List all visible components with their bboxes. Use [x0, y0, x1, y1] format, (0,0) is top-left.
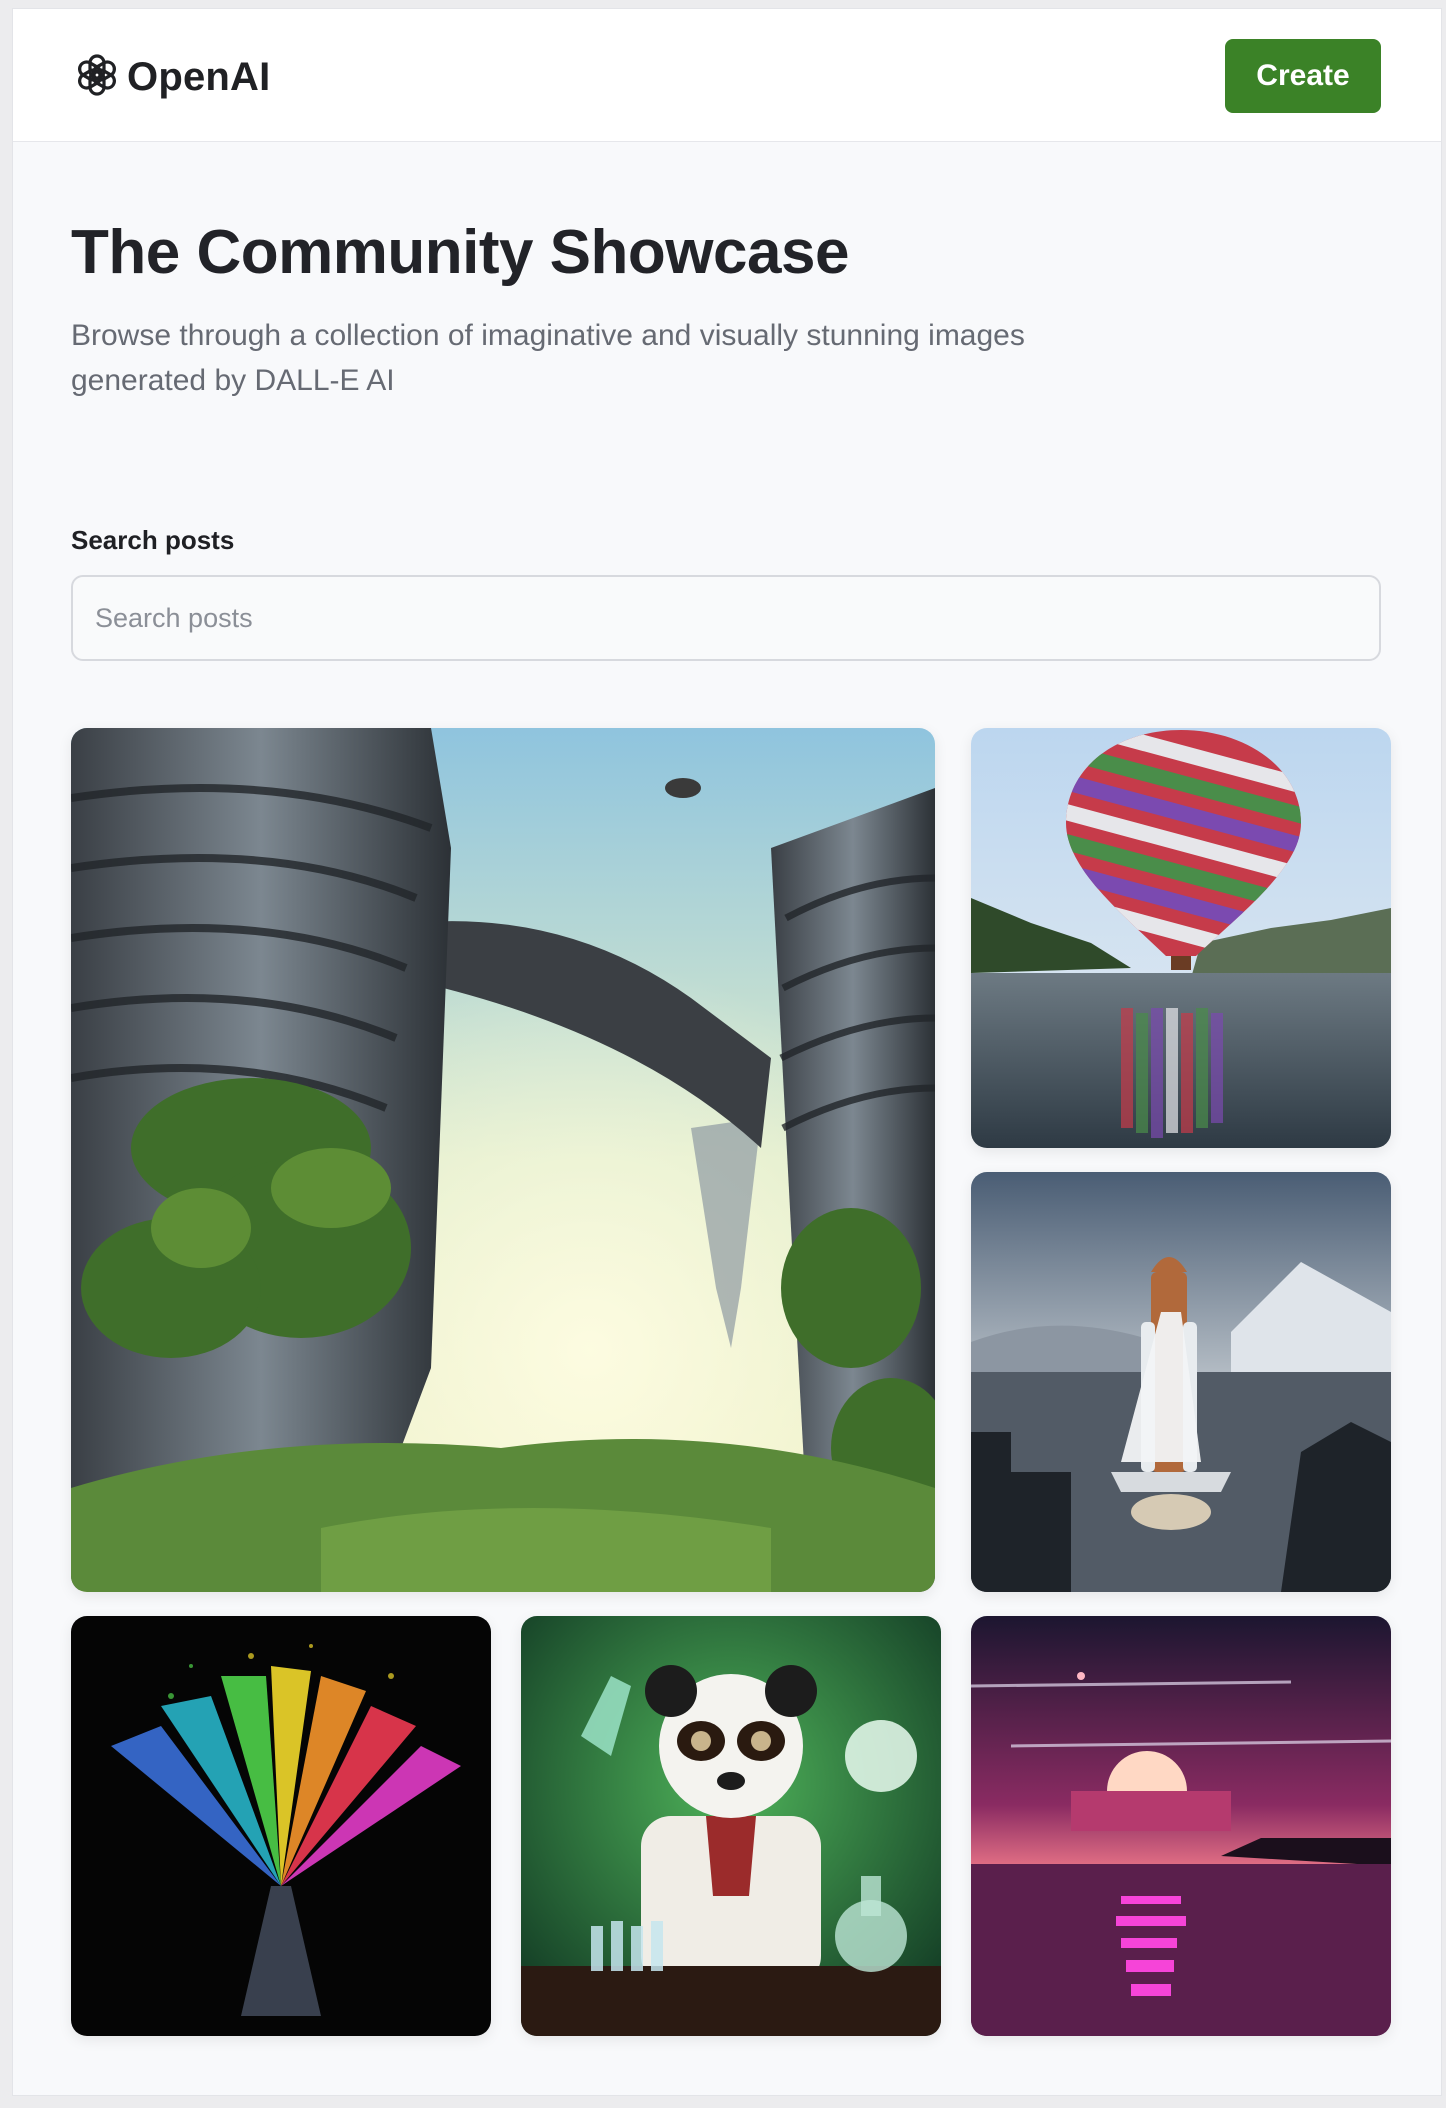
gallery-card[interactable]: [971, 1172, 1391, 1592]
futuristic-towers-jungle-image: [71, 728, 935, 1592]
app-window: OpenAI Create The Community Showcase Bro…: [12, 8, 1442, 2096]
space-shuttle-launch-image: [971, 1172, 1391, 1592]
striped-hot-air-balloon-image: [971, 728, 1391, 1148]
top-nav: OpenAI Create: [13, 9, 1441, 142]
gallery-card[interactable]: [971, 1616, 1391, 2036]
search-label: Search posts: [71, 525, 235, 555]
panda-scientist-image: [521, 1616, 941, 2036]
gallery-card[interactable]: [71, 728, 935, 1592]
gallery-card[interactable]: [521, 1616, 941, 2036]
gallery-card[interactable]: [71, 1616, 491, 2036]
openai-logo-icon: [71, 49, 123, 106]
page-title: The Community Showcase: [71, 218, 849, 287]
pink-sunset-sea-image: [971, 1616, 1391, 2036]
create-button[interactable]: Create: [1225, 39, 1381, 113]
brand-logo[interactable]: OpenAI: [71, 49, 270, 105]
brand-name: OpenAI: [127, 54, 271, 99]
gallery-card[interactable]: [971, 728, 1391, 1148]
page-subtitle: Browse through a collection of imaginati…: [71, 319, 1025, 397]
rainbow-powder-explosion-image: [71, 1616, 491, 2036]
search-input[interactable]: [71, 575, 1381, 661]
